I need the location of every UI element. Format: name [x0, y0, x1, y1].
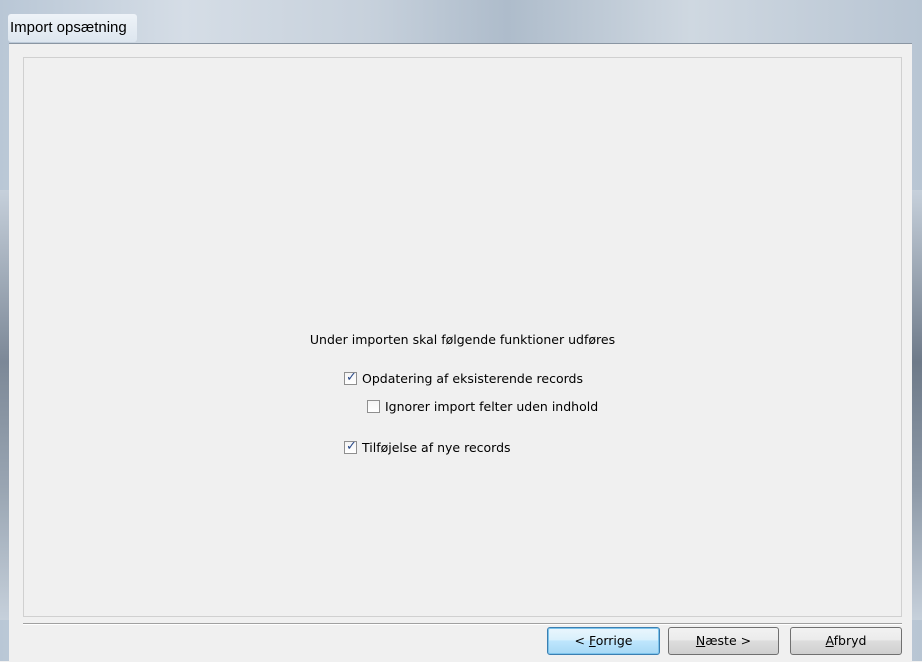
- window-title: Import opsætning: [8, 14, 137, 42]
- wizard-content-panel: Under importen skal følgende funktioner …: [23, 57, 902, 617]
- update-existing-records-label: Opdatering af eksisterende records: [362, 371, 583, 386]
- instruction-text: Under importen skal følgende funktioner …: [309, 332, 616, 347]
- ignore-empty-fields-label: Ignorer import felter uden indhold: [385, 399, 599, 414]
- cancel-button-label: fbryd: [833, 633, 867, 648]
- cancel-button-mnemonic: A: [825, 633, 834, 648]
- window-border-left: [0, 190, 9, 620]
- next-button[interactable]: Næste >: [668, 627, 779, 655]
- next-button-label: æste >: [705, 633, 752, 648]
- window-border-right: [912, 190, 922, 620]
- add-new-records-option[interactable]: Tilføjelse af nye records: [344, 439, 511, 455]
- add-new-records-checkbox[interactable]: [344, 439, 357, 454]
- back-button[interactable]: < Forrige: [547, 627, 660, 655]
- back-button-label: orrige: [595, 633, 633, 648]
- ignore-empty-fields-option[interactable]: Ignorer import felter uden indhold: [367, 399, 598, 414]
- update-existing-records-checkbox[interactable]: [344, 370, 357, 385]
- add-new-records-label: Tilføjelse af nye records: [362, 440, 511, 455]
- ignore-empty-fields-checkbox[interactable]: [367, 400, 380, 413]
- next-button-mnemonic: N: [695, 633, 706, 648]
- window-frame: Import opsætning Under importen skal føl…: [0, 0, 922, 662]
- back-button-mnemonic: F: [588, 633, 596, 648]
- update-existing-records-option[interactable]: Opdatering af eksisterende records: [344, 370, 583, 386]
- back-button-prefix: <: [574, 633, 589, 648]
- cancel-button[interactable]: Afbryd: [790, 627, 902, 655]
- title-bar[interactable]: Import opsætning: [8, 0, 914, 43]
- footer-divider: [23, 623, 902, 625]
- dialog-client-area: Under importen skal følgende funktioner …: [9, 43, 912, 662]
